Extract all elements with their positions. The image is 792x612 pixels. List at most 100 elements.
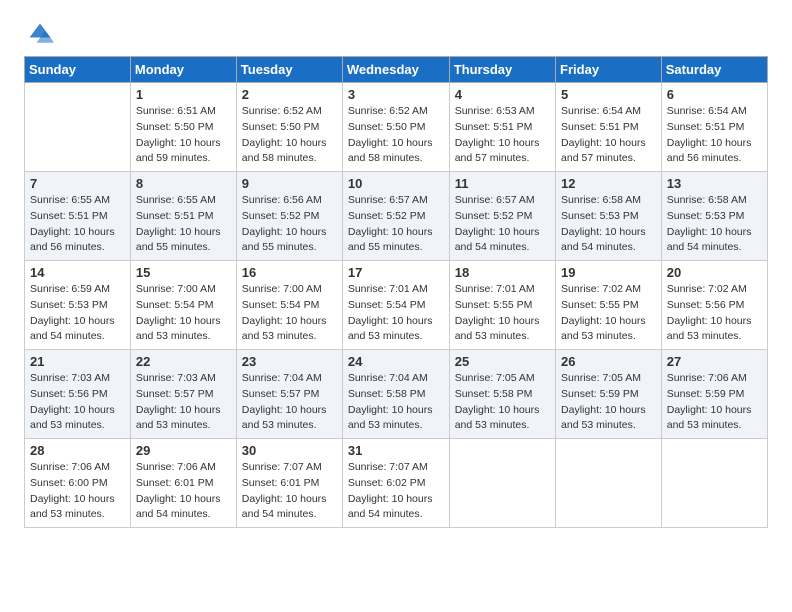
calendar-cell: 4 Sunrise: 6:53 AM Sunset: 5:51 PM Daylig… [449, 83, 555, 172]
cell-info-text: Sunrise: 7:05 AM Sunset: 5:58 PM Dayligh… [455, 371, 550, 434]
cell-info-text: Sunrise: 6:58 AM Sunset: 5:53 PM Dayligh… [561, 193, 656, 256]
cell-date-number: 1 [136, 87, 231, 102]
cell-date-number: 23 [242, 354, 337, 369]
calendar-cell: 22 Sunrise: 7:03 AM Sunset: 5:57 PM Dayli… [130, 350, 236, 439]
cell-info-text: Sunrise: 7:06 AM Sunset: 6:01 PM Dayligh… [136, 460, 231, 523]
logo [24, 20, 54, 48]
calendar-cell: 5Sunrise: 6:54 AM Sunset: 5:51 PM Daylig… [556, 83, 662, 172]
cell-date-number: 14 [30, 265, 125, 280]
calendar-cell: 26 Sunrise: 7:05 AM Sunset: 5:59 PM Dayli… [556, 350, 662, 439]
cell-date-number: 6 [667, 87, 762, 102]
cell-date-number: 5 [561, 87, 656, 102]
cell-info-text: Sunrise: 7:07 AM Sunset: 6:01 PM Dayligh… [242, 460, 337, 523]
cell-date-number: 10 [348, 176, 444, 191]
calendar-cell: 13 Sunrise: 6:58 AM Sunset: 5:53 PM Dayli… [661, 172, 767, 261]
cell-date-number: 22 [136, 354, 231, 369]
calendar-page: SundayMondayTuesdayWednesdayThursdayFrid… [0, 0, 792, 548]
cell-date-number: 19 [561, 265, 656, 280]
cell-date-number: 26 [561, 354, 656, 369]
day-header-wednesday: Wednesday [342, 57, 449, 83]
cell-info-text: Sunrise: 6:57 AM Sunset: 5:52 PM Dayligh… [348, 193, 444, 256]
cell-date-number: 17 [348, 265, 444, 280]
calendar-cell: 7 Sunrise: 6:55 AM Sunset: 5:51 PM Daylig… [25, 172, 131, 261]
cell-date-number: 29 [136, 443, 231, 458]
day-header-monday: Monday [130, 57, 236, 83]
cell-info-text: Sunrise: 6:58 AM Sunset: 5:53 PM Dayligh… [667, 193, 762, 256]
cell-date-number: 25 [455, 354, 550, 369]
calendar-cell: 17 Sunrise: 7:01 AM Sunset: 5:54 PM Dayli… [342, 261, 449, 350]
calendar-cell: 23 Sunrise: 7:04 AM Sunset: 5:57 PM Dayli… [236, 350, 342, 439]
cell-info-text: Sunrise: 6:51 AM Sunset: 5:50 PM Dayligh… [136, 104, 231, 167]
day-header-friday: Friday [556, 57, 662, 83]
cell-info-text: Sunrise: 7:00 AM Sunset: 5:54 PM Dayligh… [242, 282, 337, 345]
day-header-thursday: Thursday [449, 57, 555, 83]
cell-info-text: Sunrise: 7:06 AM Sunset: 5:59 PM Dayligh… [667, 371, 762, 434]
cell-info-text: Sunrise: 7:03 AM Sunset: 5:57 PM Dayligh… [136, 371, 231, 434]
cell-info-text: Sunrise: 6:53 AM Sunset: 5:51 PM Dayligh… [455, 104, 550, 167]
cell-info-text: Sunrise: 7:04 AM Sunset: 5:57 PM Dayligh… [242, 371, 337, 434]
cell-date-number: 15 [136, 265, 231, 280]
cell-date-number: 8 [136, 176, 231, 191]
day-header-saturday: Saturday [661, 57, 767, 83]
cell-date-number: 3 [348, 87, 444, 102]
cell-date-number: 4 [455, 87, 550, 102]
calendar-week-4: 21Sunrise: 7:03 AM Sunset: 5:56 PM Dayli… [25, 350, 768, 439]
cell-date-number: 20 [667, 265, 762, 280]
logo-icon [26, 20, 54, 48]
calendar-cell: 9Sunrise: 6:56 AM Sunset: 5:52 PM Daylig… [236, 172, 342, 261]
calendar-cell: 1 Sunrise: 6:51 AM Sunset: 5:50 PM Daylig… [130, 83, 236, 172]
cell-date-number: 24 [348, 354, 444, 369]
calendar-cell: 30 Sunrise: 7:07 AM Sunset: 6:01 PM Dayli… [236, 439, 342, 528]
day-header-sunday: Sunday [25, 57, 131, 83]
cell-info-text: Sunrise: 6:56 AM Sunset: 5:52 PM Dayligh… [242, 193, 337, 256]
page-header [24, 20, 768, 48]
cell-info-text: Sunrise: 6:54 AM Sunset: 5:51 PM Dayligh… [667, 104, 762, 167]
calendar-cell [449, 439, 555, 528]
cell-info-text: Sunrise: 7:02 AM Sunset: 5:55 PM Dayligh… [561, 282, 656, 345]
calendar-cell: 2Sunrise: 6:52 AM Sunset: 5:50 PM Daylig… [236, 83, 342, 172]
day-header-tuesday: Tuesday [236, 57, 342, 83]
cell-date-number: 30 [242, 443, 337, 458]
calendar-cell: 16 Sunrise: 7:00 AM Sunset: 5:54 PM Dayli… [236, 261, 342, 350]
calendar-cell: 21Sunrise: 7:03 AM Sunset: 5:56 PM Dayli… [25, 350, 131, 439]
calendar-cell: 8 Sunrise: 6:55 AM Sunset: 5:51 PM Daylig… [130, 172, 236, 261]
cell-date-number: 27 [667, 354, 762, 369]
calendar-cell [25, 83, 131, 172]
cell-info-text: Sunrise: 7:01 AM Sunset: 5:55 PM Dayligh… [455, 282, 550, 345]
calendar-cell: 28Sunrise: 7:06 AM Sunset: 6:00 PM Dayli… [25, 439, 131, 528]
cell-date-number: 11 [455, 176, 550, 191]
calendar-cell: 27 Sunrise: 7:06 AM Sunset: 5:59 PM Dayli… [661, 350, 767, 439]
cell-info-text: Sunrise: 7:03 AM Sunset: 5:56 PM Dayligh… [30, 371, 125, 434]
cell-info-text: Sunrise: 7:05 AM Sunset: 5:59 PM Dayligh… [561, 371, 656, 434]
cell-info-text: Sunrise: 6:55 AM Sunset: 5:51 PM Dayligh… [30, 193, 125, 256]
cell-info-text: Sunrise: 6:52 AM Sunset: 5:50 PM Dayligh… [242, 104, 337, 167]
calendar-cell: 19 Sunrise: 7:02 AM Sunset: 5:55 PM Dayli… [556, 261, 662, 350]
cell-info-text: Sunrise: 7:04 AM Sunset: 5:58 PM Dayligh… [348, 371, 444, 434]
cell-date-number: 16 [242, 265, 337, 280]
calendar-week-2: 7 Sunrise: 6:55 AM Sunset: 5:51 PM Daylig… [25, 172, 768, 261]
calendar-cell: 31Sunrise: 7:07 AM Sunset: 6:02 PM Dayli… [342, 439, 449, 528]
calendar-cell: 10 Sunrise: 6:57 AM Sunset: 5:52 PM Dayli… [342, 172, 449, 261]
calendar-cell: 25 Sunrise: 7:05 AM Sunset: 5:58 PM Dayli… [449, 350, 555, 439]
cell-info-text: Sunrise: 6:59 AM Sunset: 5:53 PM Dayligh… [30, 282, 125, 345]
calendar-body: 1 Sunrise: 6:51 AM Sunset: 5:50 PM Daylig… [25, 83, 768, 528]
cell-date-number: 7 [30, 176, 125, 191]
calendar-cell [661, 439, 767, 528]
calendar-cell [556, 439, 662, 528]
calendar-cell: 20 Sunrise: 7:02 AM Sunset: 5:56 PM Dayli… [661, 261, 767, 350]
cell-info-text: Sunrise: 6:57 AM Sunset: 5:52 PM Dayligh… [455, 193, 550, 256]
calendar-header: SundayMondayTuesdayWednesdayThursdayFrid… [25, 57, 768, 83]
calendar-cell: 11 Sunrise: 6:57 AM Sunset: 5:52 PM Dayli… [449, 172, 555, 261]
calendar-cell: 6 Sunrise: 6:54 AM Sunset: 5:51 PM Daylig… [661, 83, 767, 172]
cell-date-number: 12 [561, 176, 656, 191]
cell-date-number: 13 [667, 176, 762, 191]
cell-date-number: 28 [30, 443, 125, 458]
calendar-cell: 18Sunrise: 7:01 AM Sunset: 5:55 PM Dayli… [449, 261, 555, 350]
cell-info-text: Sunrise: 7:01 AM Sunset: 5:54 PM Dayligh… [348, 282, 444, 345]
cell-info-text: Sunrise: 7:07 AM Sunset: 6:02 PM Dayligh… [348, 460, 444, 523]
cell-info-text: Sunrise: 7:02 AM Sunset: 5:56 PM Dayligh… [667, 282, 762, 345]
calendar-week-5: 28Sunrise: 7:06 AM Sunset: 6:00 PM Dayli… [25, 439, 768, 528]
cell-info-text: Sunrise: 6:55 AM Sunset: 5:51 PM Dayligh… [136, 193, 231, 256]
calendar-cell: 14 Sunrise: 6:59 AM Sunset: 5:53 PM Dayli… [25, 261, 131, 350]
calendar-week-3: 14 Sunrise: 6:59 AM Sunset: 5:53 PM Dayli… [25, 261, 768, 350]
